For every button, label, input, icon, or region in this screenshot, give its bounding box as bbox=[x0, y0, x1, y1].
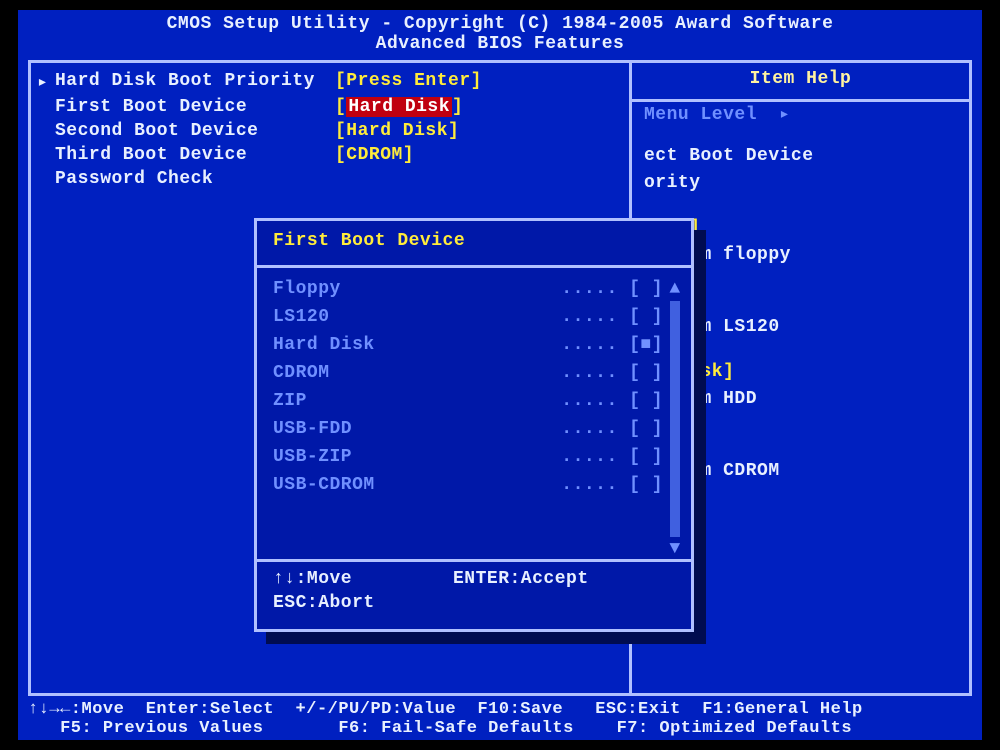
chevron-right-icon: ▸ bbox=[779, 105, 790, 125]
header-title-2: Advanced BIOS Features bbox=[18, 34, 982, 54]
option-state: [ ] bbox=[629, 363, 663, 383]
option-state: [ ] bbox=[629, 447, 663, 467]
popup-option-zip[interactable]: ZIP ..... [ ] bbox=[273, 391, 663, 411]
header-title-1: CMOS Setup Utility - Copyright (C) 1984-… bbox=[18, 14, 982, 34]
setting-label: Hard Disk Boot Priority bbox=[55, 71, 335, 93]
bios-screen: CMOS Setup Utility - Copyright (C) 1984-… bbox=[18, 10, 982, 740]
option-label: Hard Disk bbox=[273, 335, 375, 355]
setting-hd-boot-priority[interactable]: ▸ Hard Disk Boot Priority [Press Enter] bbox=[37, 71, 623, 93]
option-label: USB-CDROM bbox=[273, 475, 375, 495]
option-label: LS120 bbox=[273, 307, 330, 327]
popup-option-usb-fdd[interactable]: USB-FDD ..... [ ] bbox=[273, 419, 663, 439]
option-label: USB-ZIP bbox=[273, 447, 352, 467]
popup-option-usb-cdrom[interactable]: USB-CDROM ..... [ ] bbox=[273, 475, 663, 495]
option-label: CDROM bbox=[273, 363, 330, 383]
settings-pane: ▸ Hard Disk Boot Priority [Press Enter] … bbox=[31, 63, 629, 201]
popup-option-floppy[interactable]: Floppy ..... [ ] bbox=[273, 279, 663, 299]
option-state: [ ] bbox=[629, 391, 663, 411]
scroll-up-icon[interactable]: ▲ bbox=[667, 279, 683, 299]
setting-value: [Press Enter] bbox=[335, 71, 482, 93]
hint-accept: ENTER:Accept bbox=[453, 569, 589, 589]
hint-abort: ESC:Abort bbox=[273, 593, 375, 613]
setting-label: Second Boot Device bbox=[55, 121, 335, 141]
option-state: [ ] bbox=[629, 475, 663, 495]
setting-value: [Hard Disk] bbox=[335, 121, 459, 141]
popup-divider-bottom bbox=[257, 559, 691, 562]
selected-value: Hard Disk bbox=[346, 97, 452, 117]
setting-label: First Boot Device bbox=[55, 97, 335, 117]
scroll-down-icon[interactable]: ▼ bbox=[667, 539, 683, 559]
boot-device-popup: First Boot Device Floppy ..... [ ] LS120… bbox=[254, 218, 694, 632]
option-label: ZIP bbox=[273, 391, 307, 411]
footer-hints: ↑↓→←:Move Enter:Select +/-/PU/PD:Value F… bbox=[28, 700, 972, 738]
popup-footer: ↑↓:Move ENTER:Accept ESC:Abort bbox=[273, 569, 675, 617]
popup-option-usb-zip[interactable]: USB-ZIP ..... [ ] bbox=[273, 447, 663, 467]
popup-option-cdrom[interactable]: CDROM ..... [ ] bbox=[273, 363, 663, 383]
setting-value: [CDROM] bbox=[335, 145, 414, 165]
option-label: USB-FDD bbox=[273, 419, 352, 439]
option-state: [ ] bbox=[629, 419, 663, 439]
option-label: Floppy bbox=[273, 279, 341, 299]
scroll-track[interactable] bbox=[670, 301, 680, 537]
option-state: [■] bbox=[629, 335, 663, 355]
setting-label: Third Boot Device bbox=[55, 145, 335, 165]
option-state: [ ] bbox=[629, 307, 663, 327]
popup-divider-top bbox=[257, 265, 691, 268]
help-title: Item Help bbox=[644, 69, 957, 89]
setting-second-boot[interactable]: Second Boot Device [Hard Disk] bbox=[37, 121, 623, 141]
option-state: [ ] bbox=[629, 279, 663, 299]
menu-level: Menu Level▸ bbox=[644, 103, 957, 125]
footer-line-1: ↑↓→←:Move Enter:Select +/-/PU/PD:Value F… bbox=[28, 700, 972, 719]
setting-label: Password Check bbox=[55, 169, 335, 189]
setting-password-check[interactable]: Password Check bbox=[37, 169, 623, 189]
popup-option-list: Floppy ..... [ ] LS120 ..... [ ] Hard Di… bbox=[273, 279, 663, 503]
popup-option-ls120[interactable]: LS120 ..... [ ] bbox=[273, 307, 663, 327]
hint-move: ↑↓:Move bbox=[273, 569, 453, 589]
pointer-icon: ▸ bbox=[37, 71, 55, 93]
popup-scrollbar[interactable]: ▲ ▼ bbox=[667, 279, 683, 559]
popup-title: First Boot Device bbox=[257, 221, 691, 255]
footer-line-2: F5: Previous Values F6: Fail-Safe Defaul… bbox=[28, 719, 972, 738]
popup-option-hard-disk[interactable]: Hard Disk ..... [■] bbox=[273, 335, 663, 355]
setting-value: [Hard Disk] bbox=[335, 97, 463, 117]
setting-first-boot[interactable]: First Boot Device [Hard Disk] bbox=[37, 97, 623, 117]
setting-third-boot[interactable]: Third Boot Device [CDROM] bbox=[37, 145, 623, 165]
